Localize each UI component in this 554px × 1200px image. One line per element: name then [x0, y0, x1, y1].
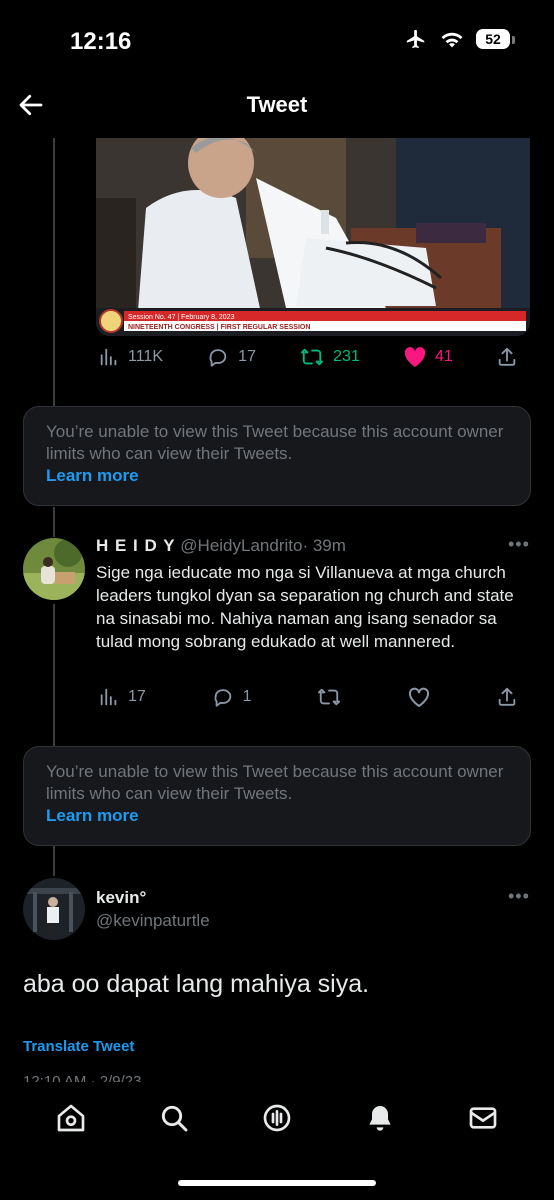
tweet-actions: 111K 17 231 41 [98, 346, 518, 368]
spaces-icon[interactable] [261, 1102, 293, 1134]
page-title: Tweet [246, 92, 308, 117]
retweet-icon [301, 348, 324, 366]
tweet-media-image[interactable]: Session No. 47 | February 8, 2023 NINETE… [96, 138, 530, 336]
views-icon [100, 348, 117, 366]
reply-button[interactable]: 17 [206, 346, 256, 368]
like-icon [409, 687, 430, 707]
reply-header: H E I D Y @HeidyLandrito· 39m [96, 536, 346, 556]
more-icon[interactable]: ••• [508, 886, 530, 907]
reply-count: 1 [242, 688, 252, 705]
airplane-icon [406, 29, 425, 49]
author-handle[interactable]: @kevinpaturtle [96, 911, 210, 931]
reply-text: Sige nga ieducate mo nga si Villanueva a… [96, 563, 514, 651]
notifications-icon[interactable] [364, 1102, 396, 1134]
views-icon [100, 688, 117, 706]
more-icon[interactable]: ••• [508, 534, 530, 555]
reply-button[interactable]: 1 [211, 686, 252, 708]
like-icon [404, 347, 426, 367]
share-icon [498, 687, 516, 706]
avatar[interactable] [23, 538, 85, 600]
views-count: 17 [128, 688, 146, 705]
restricted-message: You’re unable to view this Tweet because… [46, 422, 504, 463]
author-handle[interactable]: @HeidyLandrito [180, 536, 302, 555]
status-time: 12:16 [70, 28, 132, 55]
tweet-time: · 39m [302, 536, 346, 555]
thread-line [53, 604, 55, 746]
share-button[interactable] [496, 346, 518, 368]
views-count: 111K [128, 348, 163, 365]
wifi-icon [441, 32, 463, 48]
share-icon [498, 347, 516, 366]
share-button[interactable] [496, 686, 518, 708]
reply-icon [214, 689, 231, 707]
retweet-button[interactable]: 231 [299, 346, 360, 368]
avatar[interactable] [23, 878, 85, 940]
retweet-icon [318, 688, 341, 706]
messages-icon[interactable] [467, 1102, 499, 1134]
tweet-timestamp: 12:10 AM · 2/9/23 [23, 1073, 142, 1082]
reply-actions: 17 1 [98, 686, 518, 708]
restricted-tweet-card: You’re unable to view this Tweet because… [23, 406, 531, 506]
reply-icon [209, 349, 227, 367]
restricted-tweet-card: You’re unable to view this Tweet because… [23, 746, 531, 846]
home-icon[interactable] [55, 1102, 87, 1134]
reply-count: 17 [238, 348, 256, 365]
thread-line [53, 507, 55, 537]
author-name[interactable]: kevin° [96, 888, 146, 908]
bottom-nav [0, 1088, 554, 1148]
retweet-count: 231 [333, 348, 360, 365]
thread-line [53, 138, 55, 406]
like-count: 41 [435, 348, 453, 365]
retweet-button[interactable] [316, 686, 342, 708]
translate-tweet-link[interactable]: Translate Tweet [23, 1038, 134, 1055]
battery-icon: 52 [476, 29, 515, 49]
media-caption-congress: NINETEENTH CONGRESS | FIRST REGULAR SESS… [128, 324, 310, 331]
learn-more-link[interactable]: Learn more [46, 805, 506, 827]
views-button[interactable]: 111K [98, 346, 163, 368]
learn-more-link[interactable]: Learn more [46, 465, 506, 487]
like-button[interactable] [407, 686, 431, 708]
author-name[interactable]: H E I D Y [96, 536, 176, 555]
like-button[interactable]: 41 [403, 346, 453, 368]
status-icons: 52 [404, 28, 515, 50]
search-icon[interactable] [158, 1102, 190, 1134]
views-button[interactable]: 17 [98, 686, 146, 708]
home-indicator [178, 1180, 376, 1186]
restricted-message: You’re unable to view this Tweet because… [46, 762, 504, 803]
main-tweet-text: aba oo dapat lang mahiya siya. [23, 970, 370, 998]
thread-line [53, 846, 55, 876]
media-caption-session: Session No. 47 | February 8, 2023 [128, 314, 235, 321]
